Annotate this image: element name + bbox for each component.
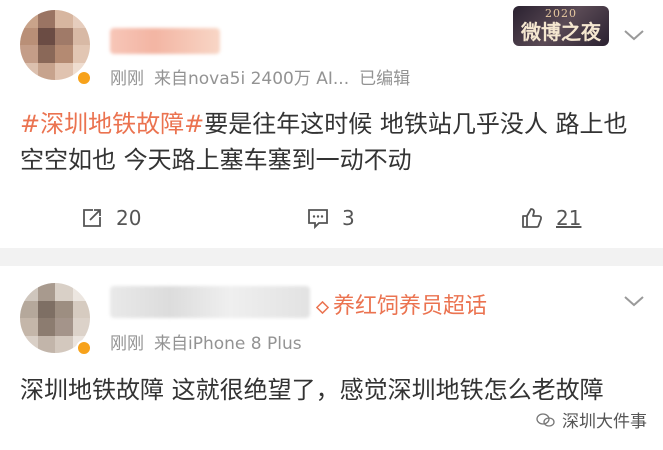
watermark: 深圳大件事	[536, 407, 647, 432]
username[interactable]	[110, 286, 310, 318]
watermark-text: 深圳大件事	[562, 412, 647, 432]
super-topic-label: 养红饲养员超话	[333, 294, 488, 319]
post-meta: 刚刚 来自iPhone 8 Plus	[110, 329, 312, 354]
post-text: 深圳地铁故障 这就很绝望了，感觉深圳地铁怎么老故障	[20, 376, 604, 404]
topic-link[interactable]: #深圳地铁故障#	[20, 110, 204, 138]
like-icon	[522, 208, 543, 228]
comment-count: 3	[342, 206, 355, 230]
post-meta: 刚刚 来自nova5i 2400万 AI... 已编辑	[110, 64, 420, 89]
wechat-icon	[536, 412, 555, 427]
post-time: 刚刚	[110, 69, 144, 89]
post-source[interactable]: 来自iPhone 8 Plus	[154, 334, 302, 354]
banner-year: 2020	[545, 7, 577, 20]
action-bar: 20 3 21	[0, 200, 663, 236]
post-body: #深圳地铁故障#要是往年这时候 地铁站几乎没人 路上也空空如也 今天路上塞车塞到…	[20, 106, 643, 178]
banner-title: 微博之夜	[521, 20, 601, 44]
verified-badge-icon	[76, 340, 92, 356]
supertopic-diamond-icon	[315, 300, 330, 314]
post-card: 刚刚 来自nova5i 2400万 AI... 已编辑 2020 微博之夜 #深圳地…	[0, 0, 663, 248]
post-source[interactable]: 来自nova5i 2400万 AI...	[154, 69, 349, 89]
like-button[interactable]: 21	[520, 200, 581, 236]
event-banner[interactable]: 2020 微博之夜	[513, 6, 609, 46]
like-count: 21	[556, 206, 582, 230]
avatar[interactable]	[20, 10, 90, 80]
comment-button[interactable]: 3	[306, 200, 355, 236]
edited-label: 已编辑	[359, 69, 411, 89]
verified-badge-icon	[76, 70, 92, 86]
post-time: 刚刚	[110, 334, 144, 354]
repost-count: 20	[116, 206, 142, 230]
super-topic-link[interactable]: 养红饲养员超话	[315, 288, 488, 320]
post-body: 深圳地铁故障 这就很绝望了，感觉深圳地铁怎么老故障	[20, 372, 643, 408]
chevron-down-icon[interactable]	[623, 28, 645, 42]
repost-icon	[83, 209, 101, 227]
chevron-down-icon[interactable]	[623, 294, 645, 308]
repost-button[interactable]: 20	[80, 200, 141, 236]
comment-icon	[308, 209, 328, 230]
username[interactable]	[110, 28, 220, 54]
feed-separator	[0, 248, 663, 266]
